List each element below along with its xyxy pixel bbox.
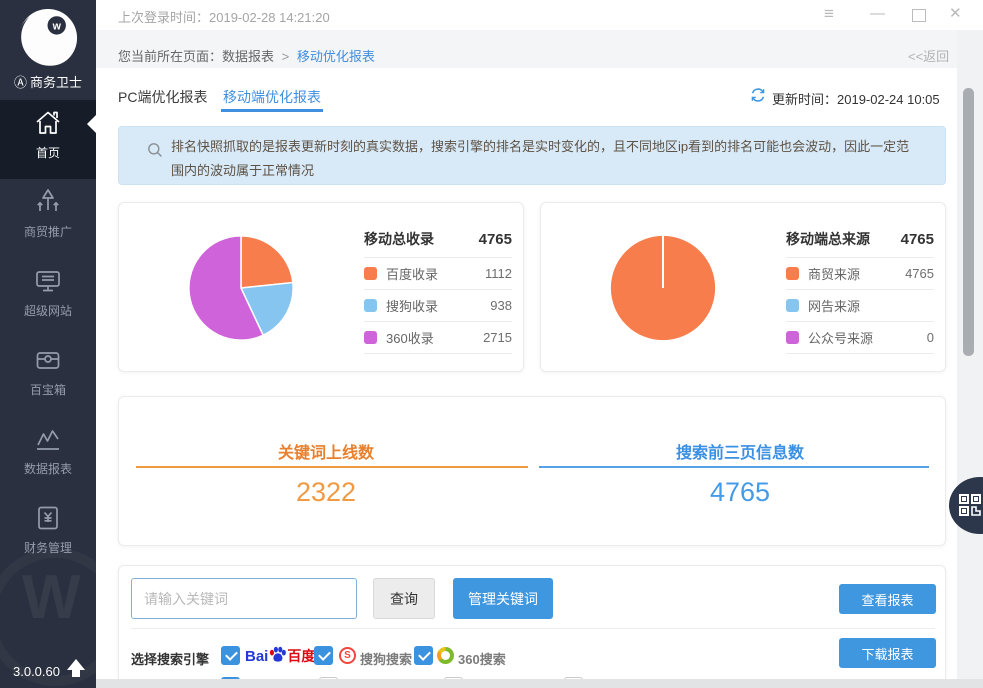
notice-text: 排名快照抓取的是报表更新时刻的真实数据，搜索引擎的排名是实时变化的，且不同地区i…: [171, 135, 919, 183]
update-arrow-stem: [72, 669, 80, 677]
breadcrumb: 您当前所在页面：数据报表 > 移动优化报表: [118, 46, 375, 65]
breadcrumb-prefix: 您当前所在页面：数据报表: [118, 49, 274, 64]
update-time: 更新时间：2019-02-24 10:05: [772, 89, 940, 108]
sogou-label: 搜狗搜索: [360, 649, 412, 668]
svg-text:w: w: [52, 20, 62, 32]
view-report-button[interactable]: 查看报表: [839, 584, 936, 614]
sidebar-item-reports[interactable]: 数据报表: [0, 416, 96, 495]
sogou-icon: S: [339, 647, 356, 664]
legend-title: 移动端总来源: [786, 229, 870, 249]
legend-total: 4765: [901, 231, 934, 248]
active-tab-underline: [221, 109, 323, 112]
pie-card-sources: 移动端总来源 4765 商贸来源 4765 网告来源 公众号来源 0: [540, 202, 946, 372]
stat-keywords-online: 关键词上线数 2322: [119, 397, 533, 547]
stat-value: 4765: [533, 477, 947, 508]
notice-banner: 排名快照抓取的是报表更新时刻的真实数据，搜索引擎的排名是实时变化的，且不同地区i…: [118, 126, 946, 185]
close-button[interactable]: ✕: [949, 4, 962, 24]
pie-chart-indexed: [182, 229, 300, 347]
breadcrumb-current: 移动优化报表: [297, 49, 375, 64]
keyword-input[interactable]: [131, 578, 357, 619]
stat-title: 关键词上线数: [119, 439, 533, 463]
swatch-baidu: [364, 267, 377, 280]
last-login-time: 上次登录时间：2019-02-28 14:21:20: [118, 7, 330, 26]
vertical-scrollbar-track[interactable]: [957, 30, 983, 679]
pie-legend: 移动端总来源 4765 商贸来源 4765 网告来源 公众号来源 0: [786, 221, 934, 354]
stat-title: 搜索前三页信息数: [533, 439, 947, 463]
download-report-button[interactable]: 下载报表: [839, 638, 936, 668]
legend-header: 移动端总来源 4765: [786, 221, 934, 258]
query-button[interactable]: 查询: [373, 578, 435, 619]
watermark-letter: W: [22, 562, 81, 633]
vertical-scrollbar-thumb[interactable]: [963, 88, 974, 356]
back-link[interactable]: <<返回: [908, 46, 949, 65]
brand-badge-icon: Ⓐ: [14, 75, 27, 90]
legend-header: 移动总收录 4765: [364, 221, 512, 258]
stat-underline: [136, 466, 528, 468]
sogou-checkbox[interactable]: [314, 646, 333, 665]
website-icon: [33, 266, 63, 296]
pie-card-indexed: 移动总收录 4765 百度收录 1112 搜狗收录 938 360收录 2715: [118, 202, 524, 372]
minimize-button[interactable]: —: [870, 4, 885, 24]
legend-row: 360收录 2715: [364, 322, 512, 354]
sidebar-item-label: 商贸推广: [0, 223, 96, 240]
home-icon: [33, 108, 63, 138]
finance-icon: [33, 503, 63, 533]
baidu-logo: Bai 百度: [245, 646, 315, 666]
pie-legend: 移动总收录 4765 百度收录 1112 搜狗收录 938 360收录 2715: [364, 221, 512, 354]
stat-value: 2322: [119, 477, 533, 508]
sidebar: w Ⓐ商务卫士 首页 商贸推广: [0, 0, 96, 688]
baidu-paw-icon: [268, 646, 287, 667]
toolbox-icon: [33, 345, 63, 375]
baidu-checkbox[interactable]: [221, 646, 240, 665]
engine-select-label: 选择搜索引擎: [131, 649, 209, 668]
keyword-toolbar-card: 查询 管理关键词 查看报表 选择搜索引擎 Bai 百度 S 搜狗搜索 360搜: [118, 565, 946, 688]
swatch-ad: [786, 299, 799, 312]
sidebar-item-label: 超级网站: [0, 302, 96, 319]
search-icon: [147, 142, 163, 158]
menu-button[interactable]: ≡: [824, 4, 834, 24]
s360-label: 360搜索: [458, 649, 506, 668]
legend-row: 搜狗收录 938: [364, 290, 512, 322]
maximize-button[interactable]: [912, 9, 926, 22]
legend-row: 公众号来源 0: [786, 322, 934, 354]
promote-icon: [33, 187, 63, 217]
pie-chart-sources: [604, 229, 722, 347]
breadcrumb-separator: >: [282, 49, 290, 64]
s360-checkbox[interactable]: [414, 646, 433, 665]
swatch-wechat: [786, 331, 799, 344]
report-icon: [33, 424, 63, 454]
sidebar-item-label: 百宝箱: [0, 381, 96, 398]
sidebar-item-website[interactable]: 超级网站: [0, 258, 96, 337]
refresh-icon[interactable]: [750, 87, 766, 103]
sidebar-item-toolbox[interactable]: 百宝箱: [0, 337, 96, 416]
title-bar: 上次登录时间：2019-02-28 14:21:20 ≡ — ✕: [96, 0, 983, 30]
app-window: w Ⓐ商务卫士 首页 商贸推广: [0, 0, 983, 688]
version-label: 3.0.0.60: [13, 664, 60, 679]
legend-title: 移动总收录: [364, 229, 434, 249]
swatch-trade: [786, 267, 799, 280]
divider: [131, 628, 935, 629]
horizontal-scrollbar[interactable]: [96, 679, 983, 688]
sidebar-item-label: 首页: [0, 144, 96, 161]
swatch-sogou: [364, 299, 377, 312]
manage-keywords-button[interactable]: 管理关键词: [453, 578, 553, 619]
legend-row: 商贸来源 4765: [786, 258, 934, 290]
brand-name: Ⓐ商务卫士: [0, 72, 96, 91]
legend-row: 百度收录 1112: [364, 258, 512, 290]
legend-total: 4765: [479, 231, 512, 248]
active-notch: [87, 115, 96, 133]
tab-pc-report[interactable]: PC端优化报表: [118, 87, 207, 107]
app-logo-icon: w: [17, 7, 79, 69]
sidebar-item-promote[interactable]: 商贸推广: [0, 179, 96, 258]
s360-icon: [437, 647, 454, 664]
tab-mobile-report[interactable]: 移动端优化报表: [223, 87, 321, 107]
stat-top3-pages: 搜索前三页信息数 4765: [533, 397, 947, 547]
sidebar-item-home[interactable]: 首页: [0, 100, 96, 179]
stat-underline: [539, 466, 929, 468]
sidebar-item-label: 数据报表: [0, 460, 96, 477]
swatch-360: [364, 331, 377, 344]
breadcrumb-band: 您当前所在页面：数据报表 > 移动优化报表 <<返回: [96, 30, 983, 68]
legend-row: 网告来源: [786, 290, 934, 322]
stats-card: 关键词上线数 2322 搜索前三页信息数 4765: [118, 396, 946, 546]
